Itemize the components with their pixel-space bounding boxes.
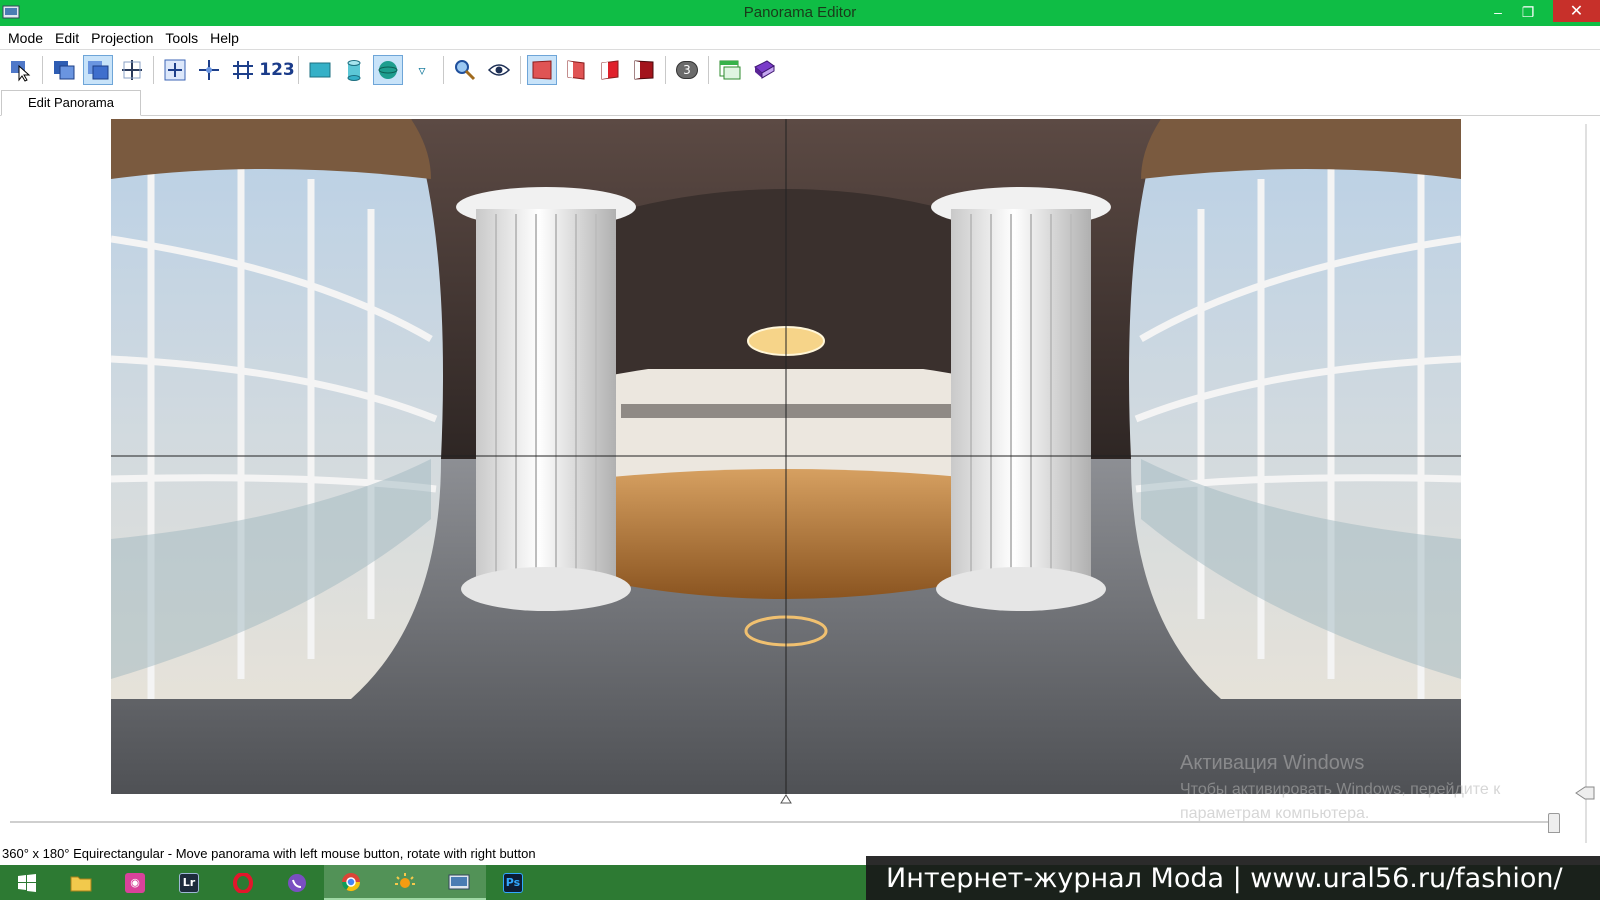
- toolbar-separator: [708, 56, 709, 84]
- crosshair-icon: [122, 60, 142, 80]
- center-button[interactable]: [194, 55, 224, 85]
- start-button[interactable]: [0, 865, 54, 900]
- straighten-icon: [233, 61, 253, 79]
- windows-logo-icon: [18, 873, 36, 892]
- taskbar-viber[interactable]: [270, 865, 324, 900]
- taskbar-opera[interactable]: [216, 865, 270, 900]
- fit-button[interactable]: [160, 55, 190, 85]
- taskbar-sun-app[interactable]: [378, 865, 432, 900]
- flat-projection-icon: [309, 62, 331, 78]
- mask-left-button[interactable]: [561, 55, 591, 85]
- crosshair-button[interactable]: [117, 55, 147, 85]
- activation-watermark-title: Активация Windows: [1180, 752, 1365, 774]
- menu-projection[interactable]: Projection: [85, 30, 159, 46]
- panorama-canvas[interactable]: [111, 119, 1461, 794]
- camera-app-icon: ◉: [125, 872, 145, 893]
- lightroom-icon: Lr: [179, 872, 199, 893]
- toolbar-separator: [298, 56, 299, 84]
- minimize-button[interactable]: –: [1483, 0, 1513, 24]
- fit-arrows-icon: [164, 59, 186, 81]
- badge-number: 3: [683, 63, 691, 77]
- projection-dropdown-button[interactable]: ▿: [407, 55, 437, 85]
- tab-edit-panorama[interactable]: Edit Panorama: [1, 90, 141, 116]
- menu-bar: Mode Edit Projection Tools Help: [0, 26, 1600, 50]
- red-page-left-icon: [567, 60, 585, 80]
- numbered-badge-icon: 3: [676, 61, 698, 79]
- book-purple-icon: [754, 60, 775, 79]
- select-tool-button[interactable]: [6, 55, 36, 85]
- menu-tools[interactable]: Tools: [159, 30, 204, 46]
- folder-icon: [70, 876, 92, 891]
- panorama-image: [111, 119, 1461, 794]
- vertical-scrollbar[interactable]: [1585, 124, 1587, 864]
- dropdown-arrow-icon: ▿: [418, 61, 426, 78]
- new-window-button[interactable]: [715, 55, 745, 85]
- activation-watermark-line: Чтобы активировать Windows, перейдите к: [1180, 781, 1501, 798]
- cursor-select-icon: [11, 61, 31, 82]
- window-title: Panorama Editor: [743, 4, 857, 21]
- toolbar-separator: [153, 56, 154, 84]
- sun-app-icon: [395, 872, 415, 888]
- mask-dark-button[interactable]: [629, 55, 659, 85]
- numeric-transform-label: 123: [259, 60, 295, 80]
- spherical-projection-button[interactable]: [373, 55, 403, 85]
- site-banner: Интернет-журнал Moda | www.ural56.ru/fas…: [866, 856, 1600, 900]
- panorama-editor-icon: [448, 874, 470, 889]
- horizontal-slider-track[interactable]: [10, 821, 1550, 823]
- layer-front-button[interactable]: [83, 55, 113, 85]
- preview-button[interactable]: [484, 55, 514, 85]
- opera-icon: [233, 872, 253, 893]
- tab-strip: Edit Panorama: [0, 90, 1600, 116]
- mask-normal-button[interactable]: [527, 55, 557, 85]
- toolbar: 123 ▿ 3: [0, 51, 1600, 89]
- menu-help[interactable]: Help: [204, 30, 245, 46]
- layers-icon: [54, 61, 75, 80]
- window-green-icon: [719, 60, 741, 80]
- close-button[interactable]: ✕: [1553, 0, 1600, 22]
- eye-icon: [487, 64, 511, 76]
- magnifier-icon: [455, 60, 476, 81]
- numeric-transform-button[interactable]: 123: [259, 55, 295, 85]
- center-marker-icon[interactable]: [780, 794, 792, 804]
- toolbar-separator: [42, 56, 43, 84]
- taskbar-photoshop[interactable]: Ps: [486, 865, 540, 900]
- move-center-icon: [199, 60, 219, 80]
- cylinder-icon: [347, 60, 361, 81]
- straighten-button[interactable]: [228, 55, 258, 85]
- export-button[interactable]: [749, 55, 779, 85]
- photoshop-icon: Ps: [503, 872, 523, 893]
- vertical-slider-thumb[interactable]: [1575, 786, 1595, 800]
- layer-back-button[interactable]: [49, 55, 79, 85]
- taskbar-camera-app[interactable]: ◉: [108, 865, 162, 900]
- red-page-icon: [532, 60, 552, 80]
- taskbar-panorama-editor[interactable]: [432, 865, 486, 900]
- dark-red-page-icon: [634, 60, 654, 80]
- level-badge-button[interactable]: 3: [672, 55, 702, 85]
- taskbar-lightroom[interactable]: Lr: [162, 865, 216, 900]
- toolbar-separator: [520, 56, 521, 84]
- maximize-button[interactable]: ❐: [1513, 0, 1543, 24]
- title-bar: Panorama Editor – ❐ ✕: [0, 0, 1600, 26]
- chrome-icon: [342, 872, 360, 891]
- menu-mode[interactable]: Mode: [2, 30, 49, 46]
- horizontal-slider-thumb[interactable]: [1548, 813, 1560, 833]
- sphere-icon: [378, 61, 398, 79]
- zoom-button[interactable]: [450, 55, 480, 85]
- layers-front-icon: [88, 61, 109, 80]
- mask-right-button[interactable]: [595, 55, 625, 85]
- red-page-right-icon: [601, 60, 619, 80]
- taskbar-chrome[interactable]: [324, 865, 378, 900]
- taskbar-explorer[interactable]: [54, 865, 108, 900]
- cylindrical-projection-button[interactable]: [339, 55, 369, 85]
- toolbar-separator: [443, 56, 444, 84]
- viber-icon: [288, 873, 306, 892]
- menu-edit[interactable]: Edit: [49, 30, 85, 46]
- rectilinear-projection-button[interactable]: [305, 55, 335, 85]
- toolbar-separator: [665, 56, 666, 84]
